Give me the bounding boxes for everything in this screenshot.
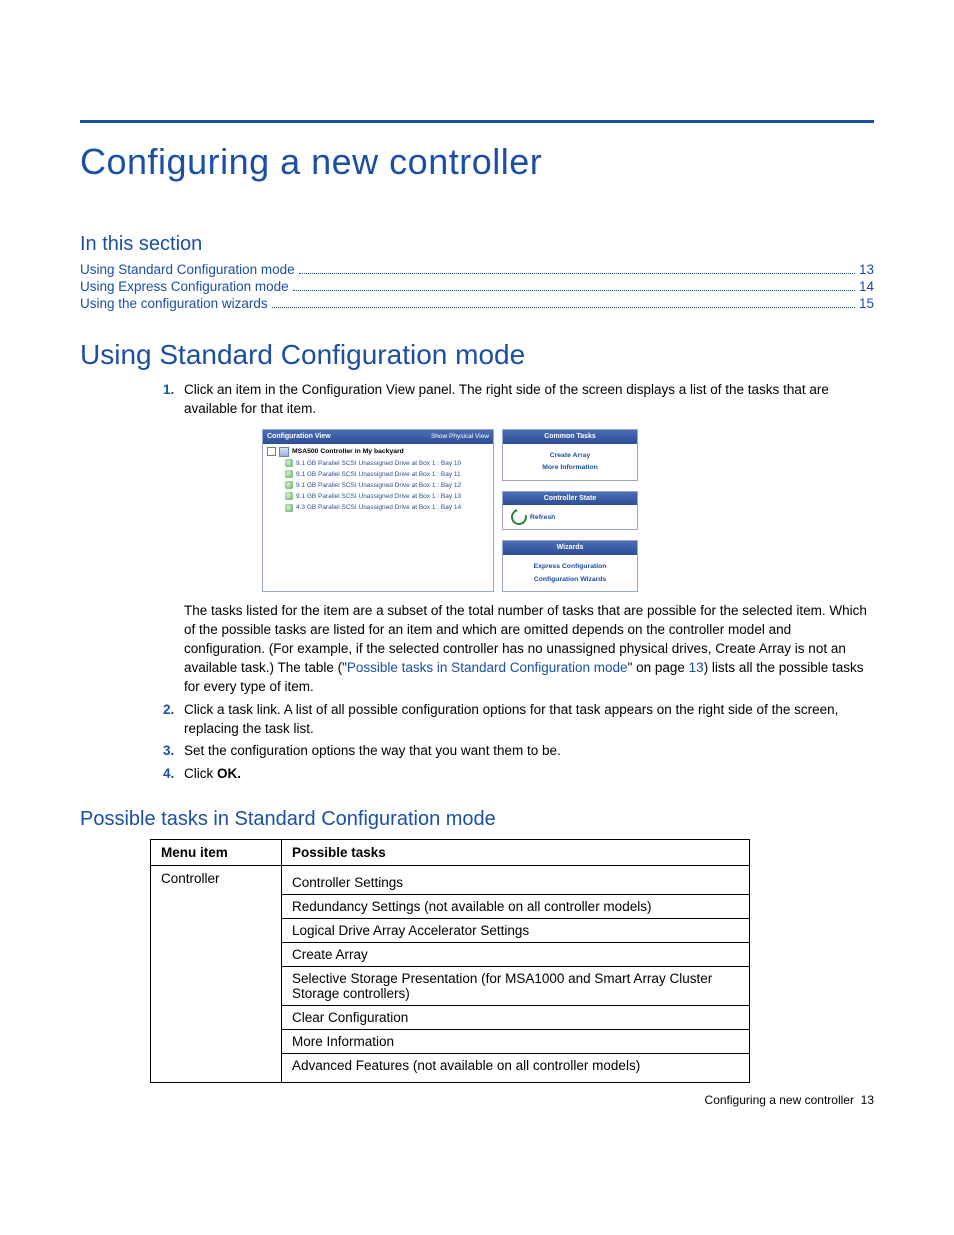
toc: Using Standard Configuration mode 13 Usi…	[80, 262, 874, 311]
step-text: Click an item in the Configuration View …	[184, 382, 829, 416]
task-item: Clear Configuration	[282, 1005, 749, 1029]
task-item: Redundancy Settings (not available on al…	[282, 894, 749, 918]
drive-icon	[285, 470, 293, 478]
task-link-create-array[interactable]: Create Array	[505, 451, 635, 461]
refresh-icon	[508, 506, 530, 528]
tree-item[interactable]: 9.1 GB Parallel SCSI Unassigned Drive at…	[285, 470, 489, 479]
panel-header: Configuration View Show Physical View	[263, 430, 493, 444]
wizard-link-config[interactable]: Configuration Wizards	[505, 575, 635, 585]
toc-dots	[272, 307, 855, 308]
cross-ref-link[interactable]: Possible tasks in Standard Configuration…	[347, 660, 628, 675]
panel-common-tasks: Common Tasks Create Array More Informati…	[502, 429, 638, 481]
ok-label: OK.	[217, 766, 241, 781]
task-item: Create Array	[282, 942, 749, 966]
footer-label: Configuring a new controller	[705, 1093, 854, 1107]
step-text: Click OK.	[184, 766, 241, 781]
drive-icon	[285, 504, 293, 512]
paragraph: The tasks listed for the item are a subs…	[184, 602, 874, 696]
tree-item[interactable]: 9.1 GB Parallel SCSI Unassigned Drive at…	[285, 459, 489, 468]
step-3: Set the configuration options the way th…	[178, 742, 874, 761]
wizard-link-express[interactable]: Express Configuration	[505, 562, 635, 572]
tree-item-label: 4.3 GB Parallel SCSI Unassigned Drive at…	[296, 503, 461, 512]
task-item: Selective Storage Presentation (for MSA1…	[282, 966, 749, 1005]
tree-root[interactable]: MSA500 Controller in My backyard	[267, 447, 489, 457]
expand-icon[interactable]	[267, 447, 276, 456]
toc-row[interactable]: Using Express Configuration mode 14	[80, 279, 874, 294]
cell-menu-item: Controller	[151, 866, 282, 1083]
tree-item-label: 9.1 GB Parallel SCSI Unassigned Drive at…	[296, 470, 461, 479]
toc-link[interactable]: Using Express Configuration mode	[80, 279, 289, 294]
table-header-row: Menu item Possible tasks	[151, 840, 750, 866]
task-link-more-information[interactable]: More Information	[505, 463, 635, 473]
controller-icon	[279, 447, 289, 457]
tree-item[interactable]: 9.1 GB Parallel SCSI Unassigned Drive at…	[285, 481, 489, 490]
refresh-label: Refresh	[530, 513, 555, 523]
step-2: Click a task link. A list of all possibl…	[178, 701, 874, 739]
tree-item-label: 9.1 GB Parallel SCSI Unassigned Drive at…	[296, 459, 461, 468]
panel-controller-state: Controller State Refresh	[502, 491, 638, 531]
text: Click	[184, 766, 217, 781]
top-rule	[80, 120, 874, 123]
panel-title: Common Tasks	[544, 432, 596, 442]
toc-link[interactable]: Using Standard Configuration mode	[80, 262, 295, 277]
toc-row[interactable]: Using Standard Configuration mode 13	[80, 262, 874, 277]
step-text: Click a task link. A list of all possibl…	[184, 702, 838, 736]
toc-dots	[293, 290, 855, 291]
tree-item[interactable]: 9.1 GB Parallel SCSI Unassigned Drive at…	[285, 492, 489, 501]
toc-dots	[299, 273, 855, 274]
heading-possible-tasks: Possible tasks in Standard Configuration…	[80, 808, 874, 831]
task-item: Advanced Features (not available on all …	[282, 1053, 749, 1077]
tree-item-label: 9.1 GB Parallel SCSI Unassigned Drive at…	[296, 481, 461, 490]
toc-link[interactable]: Using the configuration wizards	[80, 296, 268, 311]
col-header-possible-tasks: Possible tasks	[282, 840, 750, 866]
panel-title: Wizards	[557, 543, 584, 553]
page-title: Configuring a new controller	[80, 141, 874, 183]
drive-icon	[285, 459, 293, 467]
step-1: Click an item in the Configuration View …	[178, 381, 874, 697]
footer-page-number: 13	[861, 1093, 874, 1107]
panel-sublink[interactable]: Show Physical View	[431, 432, 489, 442]
tree-item-label: 9.1 GB Parallel SCSI Unassigned Drive at…	[296, 492, 461, 501]
text: " on page	[628, 660, 689, 675]
screenshot-config-view: Configuration View Show Physical View MS…	[262, 429, 642, 592]
panel-title: Controller State	[544, 494, 597, 504]
heading-using-standard: Using Standard Configuration mode	[80, 339, 874, 371]
step-4: Click OK.	[178, 765, 874, 784]
panel-configuration-view: Configuration View Show Physical View MS…	[262, 429, 494, 592]
task-item: Controller Settings	[282, 871, 749, 894]
panel-wizards: Wizards Express Configuration Configurat…	[502, 540, 638, 592]
refresh-link[interactable]: Refresh	[505, 509, 635, 525]
toc-page[interactable]: 14	[859, 279, 874, 294]
page-footer: Configuring a new controller 13	[705, 1093, 874, 1107]
table-row: Controller Controller Settings Redundanc…	[151, 866, 750, 1083]
panel-title: Configuration View	[267, 432, 331, 442]
cross-ref-page[interactable]: 13	[689, 660, 704, 675]
in-this-section-label: In this section	[80, 233, 874, 256]
tree-root-label: MSA500 Controller in My backyard	[292, 447, 404, 457]
toc-page[interactable]: 13	[859, 262, 874, 277]
panel-header: Common Tasks	[503, 430, 637, 444]
tasks-table: Menu item Possible tasks Controller Cont…	[150, 839, 750, 1083]
steps-list: Click an item in the Configuration View …	[138, 381, 874, 784]
drive-icon	[285, 492, 293, 500]
toc-page[interactable]: 15	[859, 296, 874, 311]
panel-header: Controller State	[503, 492, 637, 506]
task-item: Logical Drive Array Accelerator Settings	[282, 918, 749, 942]
panel-header: Wizards	[503, 541, 637, 555]
step-text: Set the configuration options the way th…	[184, 743, 561, 758]
cell-possible-tasks: Controller Settings Redundancy Settings …	[282, 866, 750, 1083]
drive-icon	[285, 481, 293, 489]
toc-row[interactable]: Using the configuration wizards 15	[80, 296, 874, 311]
col-header-menu-item: Menu item	[151, 840, 282, 866]
tree-item[interactable]: 4.3 GB Parallel SCSI Unassigned Drive at…	[285, 503, 489, 512]
task-item: More Information	[282, 1029, 749, 1053]
